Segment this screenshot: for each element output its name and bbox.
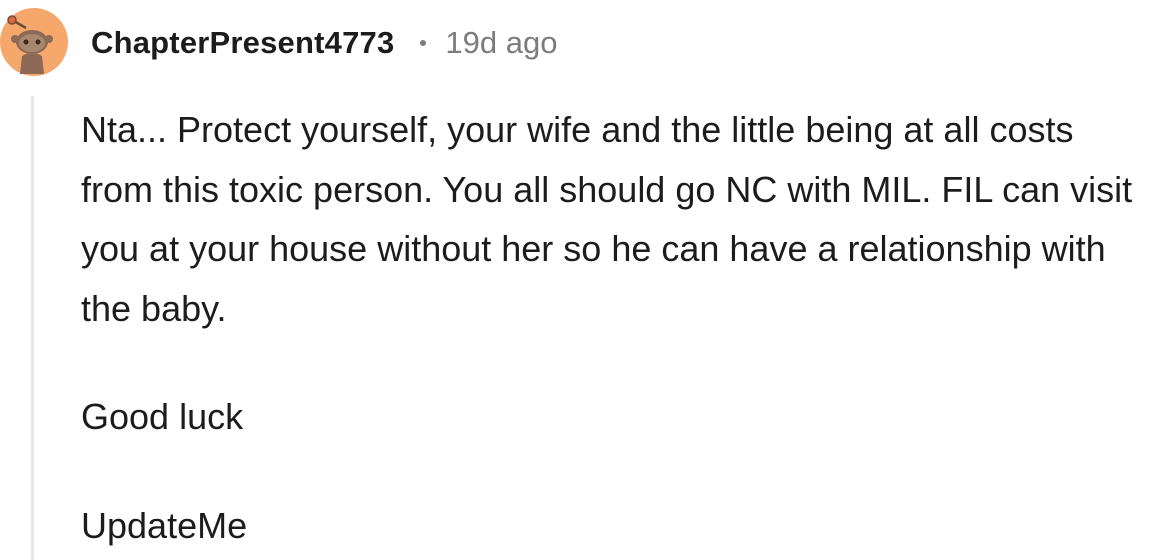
comment-body: Nta... Protect yourself, your wife and t…	[81, 100, 1149, 555]
comment-paragraph: UpdateMe	[81, 504, 248, 546]
author-username[interactable]: ChapterPresent4773	[91, 25, 394, 61]
comment-timestamp[interactable]: 19d ago	[445, 25, 557, 61]
thread-collapse-line[interactable]	[31, 96, 34, 560]
dot-icon	[420, 40, 427, 46]
reddit-snoo-avatar-icon	[0, 8, 68, 76]
comment-header: ChapterPresent4773 19d ago	[91, 22, 557, 64]
comment-paragraph: Good luck	[81, 396, 244, 437]
avatar[interactable]	[0, 4, 68, 80]
comment: ChapterPresent4773 19d ago Nta... Protec…	[0, 0, 1151, 560]
comment-paragraph: Nta... Protect yourself, your wife and t…	[81, 109, 1133, 329]
